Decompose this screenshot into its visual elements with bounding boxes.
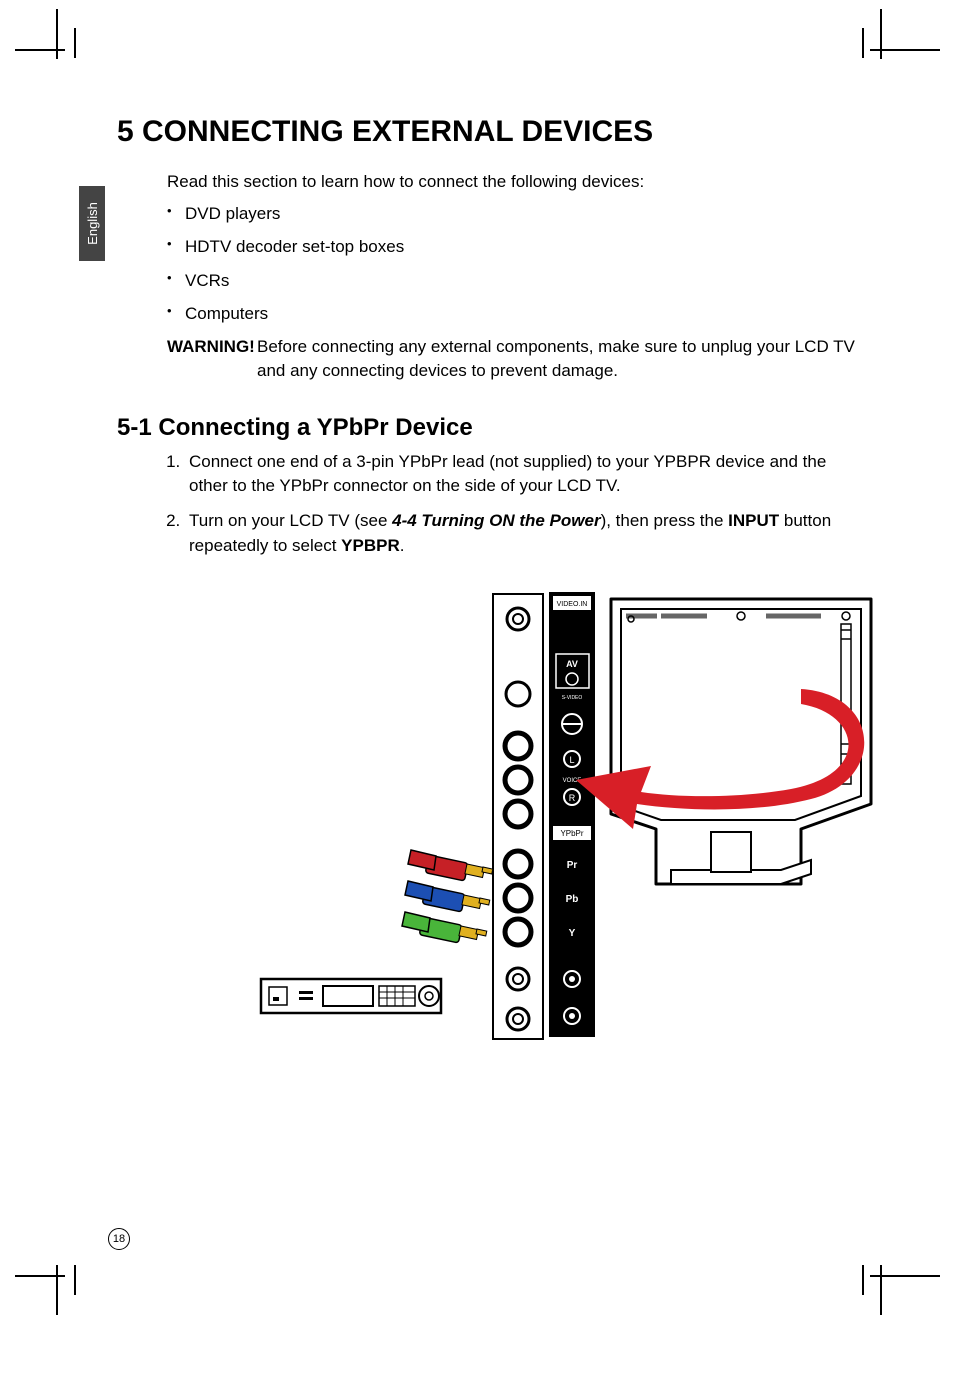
intro-item: DVD players bbox=[167, 201, 887, 227]
step-text: Connect one end of a 3-pin YPbPr lead (n… bbox=[189, 452, 826, 496]
subsection-title: 5-1 Connecting a YPbPr Device bbox=[117, 414, 887, 442]
warning-text: Before connecting any external component… bbox=[257, 335, 887, 384]
rca-plug-red bbox=[408, 850, 493, 881]
panel-label: L bbox=[569, 755, 574, 765]
intro-block: Read this section to learn how to connec… bbox=[167, 169, 887, 384]
rca-plug-green bbox=[402, 912, 487, 943]
step-item: Turn on your LCD TV (see 4-4 Turning ON … bbox=[185, 509, 887, 558]
section-title: 5 CONNECTING EXTERNAL DEVICES bbox=[117, 115, 887, 149]
rca-plug-blue bbox=[405, 881, 490, 912]
warning-block: WARNING! Before connecting any external … bbox=[167, 335, 887, 384]
step-text: ), then press the bbox=[601, 511, 729, 530]
page-number-value: 18 bbox=[113, 1233, 125, 1245]
steps-list: Connect one end of a 3-pin YPbPr lead (n… bbox=[157, 450, 887, 559]
step-selection: YPBPR bbox=[341, 536, 400, 555]
panel-label: VIDEO.IN bbox=[557, 601, 588, 608]
step-button-name: INPUT bbox=[728, 511, 779, 530]
panel-label: YPbPr bbox=[560, 829, 583, 838]
panel-label: AV bbox=[566, 659, 578, 669]
language-tab: English bbox=[79, 186, 105, 261]
intro-lead: Read this section to learn how to connec… bbox=[167, 169, 887, 195]
page-content: 5 CONNECTING EXTERNAL DEVICES Read this … bbox=[117, 115, 887, 1054]
panel-label: R bbox=[569, 793, 576, 803]
language-tab-label: English bbox=[85, 202, 100, 245]
step-text: Turn on your LCD TV (see bbox=[189, 511, 392, 530]
intro-item: Computers bbox=[167, 301, 887, 327]
panel-label: Pb bbox=[566, 894, 579, 905]
step-cross-ref: 4-4 Turning ON the Power bbox=[392, 511, 600, 530]
tv-back-illustration bbox=[611, 599, 871, 884]
intro-item: VCRs bbox=[167, 268, 887, 294]
panel-label: Y bbox=[569, 928, 576, 939]
panel-label: S-VIDEO bbox=[562, 695, 583, 701]
warning-label: WARNING! bbox=[167, 335, 257, 384]
page-number: 18 bbox=[108, 1228, 130, 1250]
dvd-player-illustration bbox=[261, 979, 441, 1013]
step-text: . bbox=[400, 536, 405, 555]
connection-diagram: VIDEO.IN AV S-VIDEO L VOICE R YPbPr Pr P… bbox=[181, 584, 881, 1054]
panel-label: Pr bbox=[567, 860, 578, 871]
tv-connector-panel: VIDEO.IN AV S-VIDEO L VOICE R YPbPr Pr P… bbox=[493, 592, 595, 1039]
step-item: Connect one end of a 3-pin YPbPr lead (n… bbox=[185, 450, 887, 499]
intro-item: HDTV decoder set-top boxes bbox=[167, 234, 887, 260]
